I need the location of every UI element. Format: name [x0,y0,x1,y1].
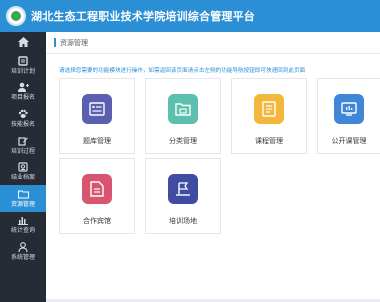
card-partner-hotel[interactable]: 合作宾馆 [59,158,135,234]
app-title: 湖北生态工程职业技术学院培训综合管理平台 [31,10,255,23]
sidebar-item-label: 统计查询 [10,227,35,235]
paw-icon [18,109,28,120]
sidebar-item-label: 技能报名 [10,120,35,128]
sidebar-item-label: 培训计划 [10,67,35,75]
sidebar-item-label: 培训过程 [10,147,35,155]
card-label: 合作宾馆 [83,217,111,225]
user-add-icon [17,82,29,93]
sidebar-item-completion-archive[interactable]: 结业档案 [0,158,46,185]
user-icon [18,242,28,253]
card-label: 题库管理 [83,137,111,145]
card-course[interactable]: 课程管理 [231,78,307,154]
hint-text: 请选择您需要的功能模块进行操作，如需返回该页面请点击左侧的功能导航按钮即可快速回… [59,68,306,74]
card-label: 培训场地 [169,217,197,225]
card-label: 课程管理 [255,137,283,145]
card-training-venue[interactable]: 培训场地 [145,158,221,234]
logo [6,6,26,26]
venue-icon [168,174,198,204]
sidebar-item-home[interactable] [0,32,46,52]
sidebar-item-system-management[interactable]: 系统管理 [0,238,46,265]
category-icon [168,94,198,124]
sidebar: 培训计划 项目报名 技能报名 培训过程 结业档案 资源管理 统计查询 系统管理 [0,32,46,302]
breadcrumb-current: 资源管理 [60,38,88,47]
sidebar-item-label: 资源管理 [10,200,35,208]
breadcrumb: 资源管理 [46,32,380,54]
sidebar-item-resource-management[interactable]: 资源管理 [0,184,46,212]
card-question-bank[interactable]: 题库管理 [59,78,135,154]
hotel-icon [82,174,112,204]
top-header: 湖北生态工程职业技术学院培训综合管理平台 [0,0,380,32]
sidebar-item-skill-signup[interactable]: 技能报名 [0,105,46,132]
sidebar-item-project-signup[interactable]: 项目报名 [0,79,46,106]
open-course-icon [334,94,364,124]
question-bank-icon [82,94,112,124]
main-content: 资源管理 请选择您需要的功能模块进行操作，如需返回该页面请点击左侧的功能导航按钮… [46,32,380,302]
folder-icon [17,189,29,200]
sidebar-item-label: 系统管理 [10,253,35,261]
course-icon [254,94,284,124]
archive-icon [18,162,28,173]
edit-icon [18,136,28,147]
sidebar-item-training-plan[interactable]: 培训计划 [0,52,46,79]
card-category[interactable]: 分类管理 [145,78,221,154]
bar-chart-icon [18,215,28,226]
sidebar-item-training-process[interactable]: 培训过程 [0,132,46,159]
book-icon [18,56,28,67]
card-label: 分类管理 [169,137,197,145]
card-open-course[interactable]: 公开课管理 [317,78,380,154]
sidebar-item-label: 结业档案 [10,174,35,182]
sidebar-item-statistics[interactable]: 统计查询 [0,212,46,239]
sidebar-item-label: 项目报名 [10,94,35,102]
home-icon [17,36,29,48]
card-label: 公开课管理 [331,137,367,145]
